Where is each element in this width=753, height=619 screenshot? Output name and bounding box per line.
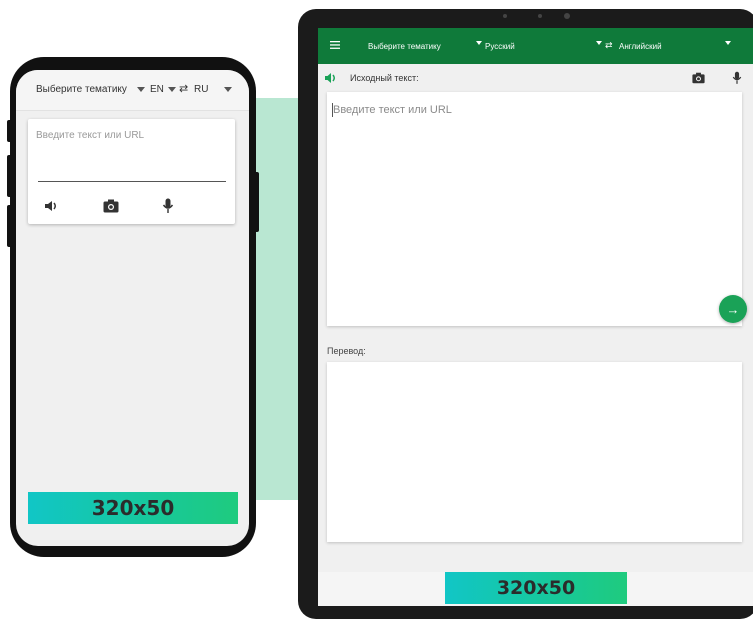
speaker-icon[interactable] bbox=[324, 72, 338, 84]
tablet-camera bbox=[564, 13, 570, 19]
topic-selector[interactable]: Выберите тематику bbox=[368, 42, 441, 51]
phone-input-card: Введите текст или URL bbox=[28, 119, 235, 224]
source-text-label: Исходный текст: bbox=[350, 73, 419, 83]
source-language-select[interactable]: EN bbox=[150, 84, 164, 95]
phone-side-button bbox=[7, 155, 12, 197]
translation-output-card bbox=[327, 362, 742, 542]
ad-banner[interactable]: 320x50 bbox=[28, 492, 238, 524]
source-text-bar: Исходный текст: bbox=[318, 64, 753, 92]
camera-icon[interactable] bbox=[692, 72, 705, 84]
phone-toolbar: Выберите тематику EN ⇄ RU bbox=[16, 70, 249, 111]
input-underline bbox=[38, 181, 226, 182]
camera-icon[interactable] bbox=[103, 199, 119, 213]
microphone-icon[interactable] bbox=[732, 71, 742, 85]
tablet-toolbar: Выберите тематику Русский ⇄ Английский bbox=[318, 28, 753, 64]
caret-down-icon[interactable] bbox=[596, 41, 602, 45]
phone-side-button bbox=[7, 120, 12, 142]
phone-side-button bbox=[7, 205, 12, 247]
swap-languages-icon[interactable]: ⇄ bbox=[605, 40, 613, 51]
source-language-select[interactable]: Русский bbox=[485, 42, 515, 51]
target-language-select[interactable]: RU bbox=[194, 84, 208, 95]
translate-button[interactable]: → bbox=[719, 295, 747, 323]
swap-languages-icon[interactable]: ⇄ bbox=[179, 82, 188, 95]
speaker-icon[interactable] bbox=[44, 199, 59, 213]
text-input[interactable]: Введите текст или URL bbox=[333, 104, 452, 116]
menu-icon[interactable] bbox=[330, 41, 340, 49]
phone-power-button bbox=[254, 172, 259, 232]
caret-down-icon[interactable] bbox=[137, 87, 145, 92]
text-input[interactable]: Введите текст или URL bbox=[36, 130, 144, 141]
phone-screen: Выберите тематику EN ⇄ RU Введите текст … bbox=[16, 70, 249, 546]
source-input-card: Введите текст или URL → bbox=[327, 92, 747, 326]
tablet-sensor bbox=[538, 14, 542, 18]
caret-down-icon[interactable] bbox=[224, 87, 232, 92]
tablet-screen: Выберите тематику Русский ⇄ Английский И… bbox=[318, 28, 753, 606]
caret-down-icon[interactable] bbox=[476, 41, 482, 45]
target-language-select[interactable]: Английский bbox=[619, 42, 662, 51]
ad-banner[interactable]: 320x50 bbox=[445, 572, 627, 604]
translation-label: Перевод: bbox=[327, 346, 366, 356]
caret-down-icon[interactable] bbox=[168, 87, 176, 92]
caret-down-icon[interactable] bbox=[725, 41, 731, 45]
tablet-camera bbox=[503, 14, 507, 18]
topic-selector[interactable]: Выберите тематику bbox=[36, 84, 127, 95]
microphone-icon[interactable] bbox=[162, 198, 174, 214]
banner-area: 320x50 bbox=[318, 572, 753, 606]
background-panel bbox=[252, 98, 304, 500]
